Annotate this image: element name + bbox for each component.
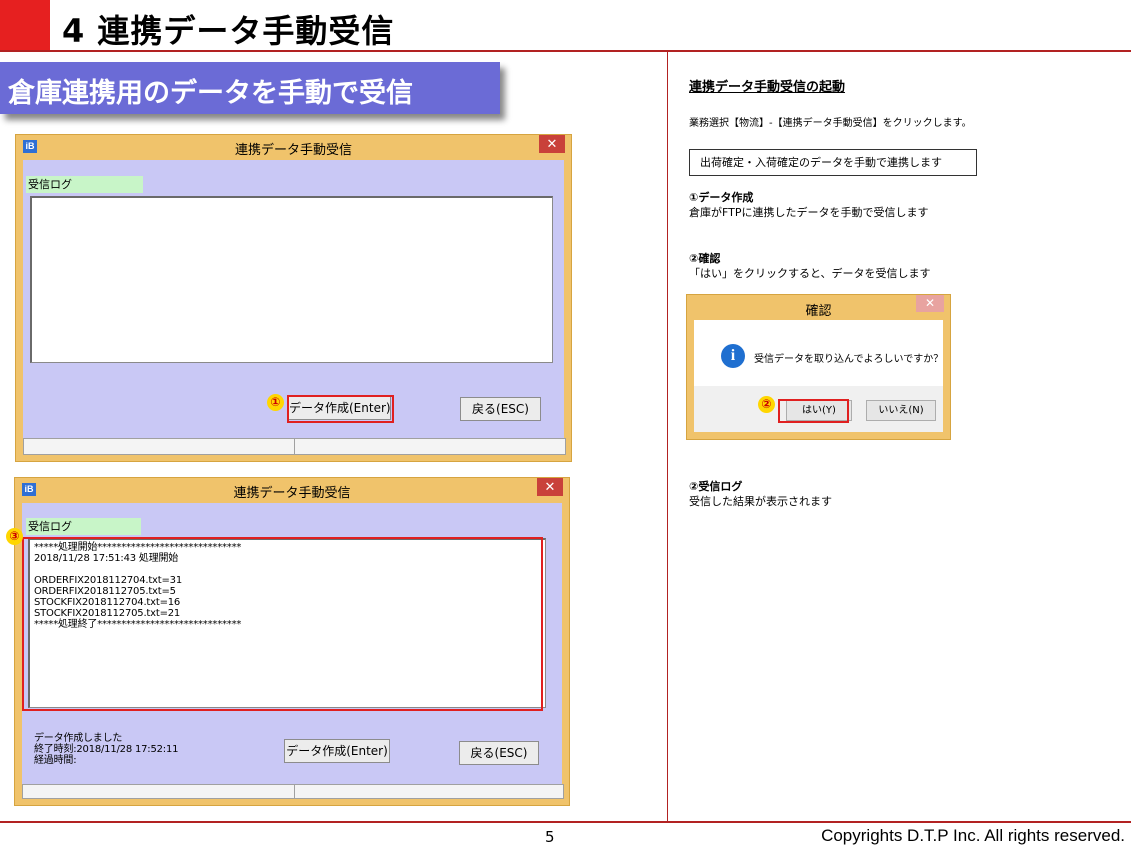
log-label: 受信ログ [26, 176, 143, 193]
section-heading: 連携データ手動受信の起動 [689, 80, 846, 95]
step3-text: 受信した結果が表示されます [689, 495, 832, 508]
no-button[interactable]: いいえ(N) [866, 400, 936, 421]
window-title: 連携データ手動受信 [233, 486, 351, 501]
status-bar-divider [294, 785, 295, 798]
highlight-yes-button [778, 399, 849, 423]
dialog-message: 受信データを取り込んでよろしいですか？ [754, 354, 944, 365]
log-textarea[interactable] [30, 196, 553, 363]
header-accent-mark [0, 0, 50, 50]
header-divider [0, 50, 1131, 52]
back-button[interactable]: 戻る(ESC) [460, 397, 541, 421]
highlight-log [22, 537, 543, 711]
summary-box: 出荷確定・入荷確定のデータを手動で連携します [689, 149, 977, 176]
close-icon[interactable]: ✕ [916, 295, 944, 312]
intro-text: 業務選択【物流】-【連携データ手動受信】をクリックします。 [689, 118, 972, 129]
marker-1: ① [267, 394, 284, 411]
section-banner: 倉庫連携用のデータを手動で受信 [0, 62, 500, 114]
status-bar [22, 784, 564, 799]
window-title: 連携データ手動受信 [234, 143, 352, 158]
step1-text: 倉庫がFTPに連携したデータを手動で受信します [689, 206, 929, 219]
status-line: 経過時間: [34, 755, 77, 766]
page-number: 5 [545, 828, 555, 846]
back-button[interactable]: 戻る(ESC) [459, 741, 539, 765]
section-banner-text: 倉庫連携用のデータを手動で受信 [8, 78, 413, 109]
copyright: Copyrights D.T.P Inc. All rights reserve… [821, 826, 1125, 845]
column-divider [667, 52, 668, 822]
footer-divider [0, 821, 1131, 823]
window-titlebar: iB 連携データ手動受信 ✕ [16, 135, 571, 159]
page-title: 4 連携データ手動受信 [62, 12, 395, 50]
window-titlebar: iB 連携データ手動受信 ✕ [15, 478, 569, 502]
marker-2: ② [758, 396, 775, 413]
close-icon[interactable]: ✕ [539, 135, 565, 153]
dialog-title: 確認 [805, 304, 832, 319]
log-label: 受信ログ [26, 518, 141, 535]
close-icon[interactable]: ✕ [537, 478, 563, 496]
status-bar [23, 438, 566, 455]
status-bar-divider [294, 439, 295, 454]
status-line: 終了時刻:2018/11/28 17:52:11 [34, 744, 179, 755]
marker-3: ③ [6, 528, 23, 545]
step3-title: ②受信ログ [689, 480, 743, 493]
highlight-create-button [287, 395, 394, 423]
status-message: データ作成しました 終了時刻:2018/11/28 17:52:11 経過時間: [34, 733, 178, 766]
step2-title: ②確認 [689, 252, 721, 265]
status-line: データ作成しました [34, 733, 123, 744]
step1-title: ①データ作成 [689, 191, 754, 204]
step2-text: 「はい」をクリックすると、データを受信します [689, 267, 931, 280]
info-icon: i [721, 344, 745, 368]
create-data-button[interactable]: データ作成(Enter) [284, 739, 390, 763]
